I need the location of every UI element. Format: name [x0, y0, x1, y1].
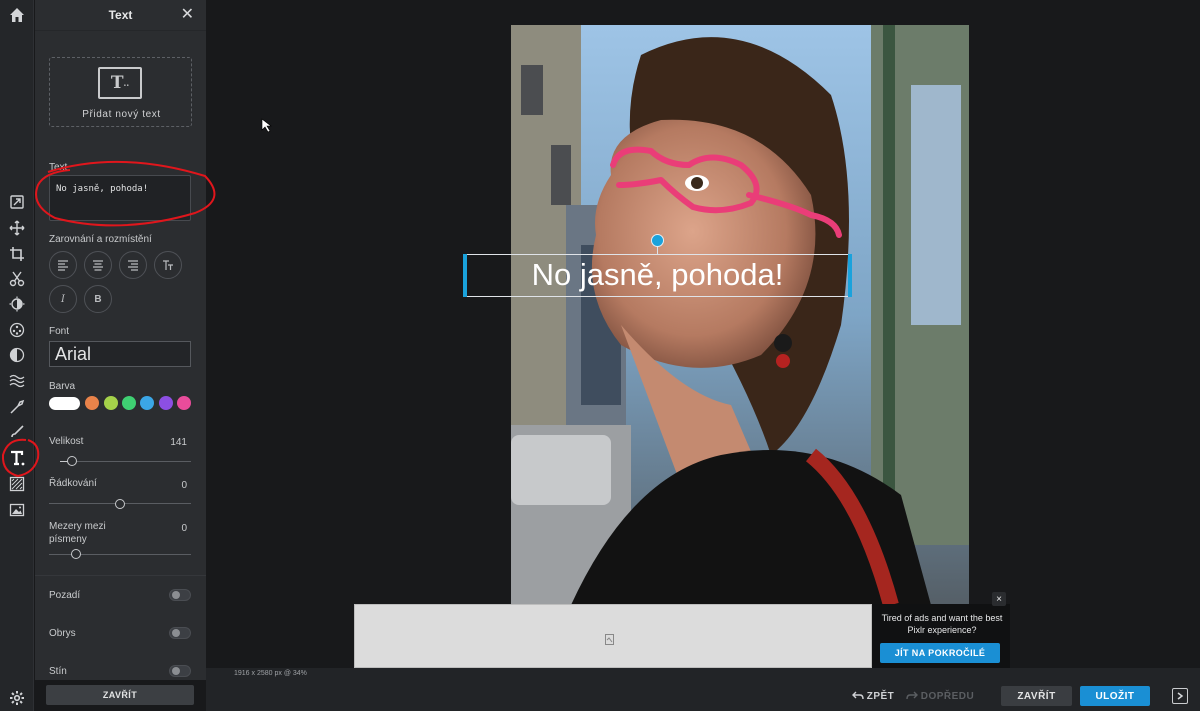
pixlr-editor: Text ✕ T.. Přidat nový text Text No jasn… — [0, 0, 1200, 711]
letter-spacing-slider-handle[interactable] — [71, 549, 81, 559]
bold-button[interactable]: B — [84, 285, 112, 313]
color-swatch-white[interactable] — [49, 397, 80, 410]
size-slider-track[interactable] — [77, 461, 191, 462]
text-layer-box[interactable]: No jasně, pohoda! — [463, 254, 852, 297]
save-button[interactable]: ULOŽIT — [1080, 686, 1150, 706]
image-dimensions: 1916 x 2580 px @ 34% — [234, 670, 307, 677]
color-swatch-lime[interactable] — [104, 396, 118, 410]
font-select[interactable]: Arial — [49, 341, 191, 367]
ad-banner[interactable] — [354, 604, 872, 668]
align-right-button[interactable] — [119, 251, 147, 279]
panel-close-button[interactable]: ZAVŘÍT — [46, 685, 194, 705]
home-icon[interactable] — [0, 2, 34, 28]
divider — [35, 575, 206, 576]
retouch-icon[interactable] — [0, 394, 34, 420]
text-section-label: Text — [49, 162, 68, 173]
align-left-button[interactable] — [49, 251, 77, 279]
color-label: Barva — [49, 381, 76, 392]
ad-upsell: Tired of ads and want the best Pixlr exp… — [872, 604, 1010, 668]
cutout-scissors-icon[interactable] — [0, 266, 34, 292]
letter-spacing-label-line2: písmeny — [49, 534, 87, 545]
broken-image-icon — [605, 634, 614, 645]
pink-glasses-doodle — [610, 146, 842, 238]
background-toggle[interactable] — [169, 589, 191, 601]
align-center-button[interactable] — [84, 251, 112, 279]
redo-button[interactable]: DOPŘEDU — [904, 686, 976, 706]
resize-handle-right[interactable] — [848, 254, 852, 297]
size-value: 141 — [170, 437, 187, 448]
size-label: Velikost — [49, 436, 84, 447]
arrange-icon[interactable] — [0, 189, 34, 215]
text-box-icon: T.. — [98, 67, 142, 99]
status-bar: 1916 x 2580 px @ 34% — [206, 668, 1200, 682]
shadow-label: Stín — [49, 666, 67, 677]
rotate-handle[interactable] — [651, 234, 664, 247]
expand-panel-icon[interactable] — [1172, 688, 1188, 704]
redo-label: DOPŘEDU — [920, 690, 975, 702]
color-swatch-pink[interactable] — [177, 396, 191, 410]
tool-rail — [0, 0, 34, 711]
color-swatch-purple[interactable] — [159, 396, 173, 410]
undo-button[interactable]: ZPĚT — [848, 686, 898, 706]
frame-icon[interactable] — [0, 471, 34, 497]
line-spacing-value: 0 — [181, 480, 187, 491]
redo-icon — [906, 691, 918, 700]
outline-toggle[interactable] — [169, 627, 191, 639]
text-input[interactable]: No jasně, pohoda! — [49, 175, 191, 221]
color-swatch-blue[interactable] — [140, 396, 154, 410]
line-spacing-label: Řádkování — [49, 478, 97, 489]
close-button[interactable]: ZAVŘÍT — [1001, 686, 1072, 706]
text-tool-icon[interactable] — [0, 445, 34, 471]
bottom-toolbar: ZPĚT DOPŘEDU ZAVŘÍT ULOŽIT — [206, 682, 1200, 711]
text-layer-content: No jasně, pohoda! — [531, 257, 784, 292]
shadow-toggle[interactable] — [169, 665, 191, 677]
outline-label: Obrys — [49, 628, 76, 639]
letter-spacing-label: Mezery mezi — [49, 521, 106, 532]
color-swatch-green[interactable] — [122, 396, 136, 410]
add-image-icon[interactable] — [0, 497, 34, 523]
italic-button[interactable]: I — [49, 285, 77, 313]
add-new-text-button[interactable]: T.. Přidat nový text — [49, 57, 192, 127]
close-icon[interactable]: ✕ — [181, 7, 194, 23]
text-panel: Text ✕ T.. Přidat nový text Text No jasn… — [35, 0, 206, 680]
size-slider-handle[interactable] — [67, 456, 77, 466]
ad-message: Tired of ads and want the best Pixlr exp… — [881, 613, 1003, 635]
line-spacing-slider-handle[interactable] — [115, 499, 125, 509]
letter-spacing-value: 0 — [181, 523, 187, 534]
crop-icon[interactable] — [0, 241, 34, 267]
font-label: Font — [49, 326, 70, 337]
undo-label: ZPĚT — [866, 690, 895, 702]
settings-gear-icon[interactable] — [0, 685, 34, 711]
resize-handle-left[interactable] — [463, 254, 467, 297]
liquify-icon[interactable] — [0, 368, 34, 394]
undo-icon — [851, 691, 864, 700]
effect-icon[interactable] — [0, 342, 34, 368]
add-new-text-label: Přidat nový text — [82, 109, 161, 120]
adjust-icon[interactable] — [0, 291, 34, 317]
text-case-button[interactable] — [154, 251, 182, 279]
color-swatch-orange[interactable] — [85, 396, 99, 410]
filter-icon[interactable] — [0, 317, 34, 343]
move-icon[interactable] — [0, 215, 34, 241]
photo[interactable] — [511, 25, 969, 605]
draw-brush-icon[interactable] — [0, 419, 34, 445]
align-section-label: Zarovnání a rozmístění — [49, 234, 152, 245]
ad-close-icon[interactable]: × — [992, 592, 1006, 606]
go-premium-button[interactable]: JÍT NA POKROČILÉ — [880, 643, 1000, 663]
background-label: Pozadí — [49, 590, 81, 601]
